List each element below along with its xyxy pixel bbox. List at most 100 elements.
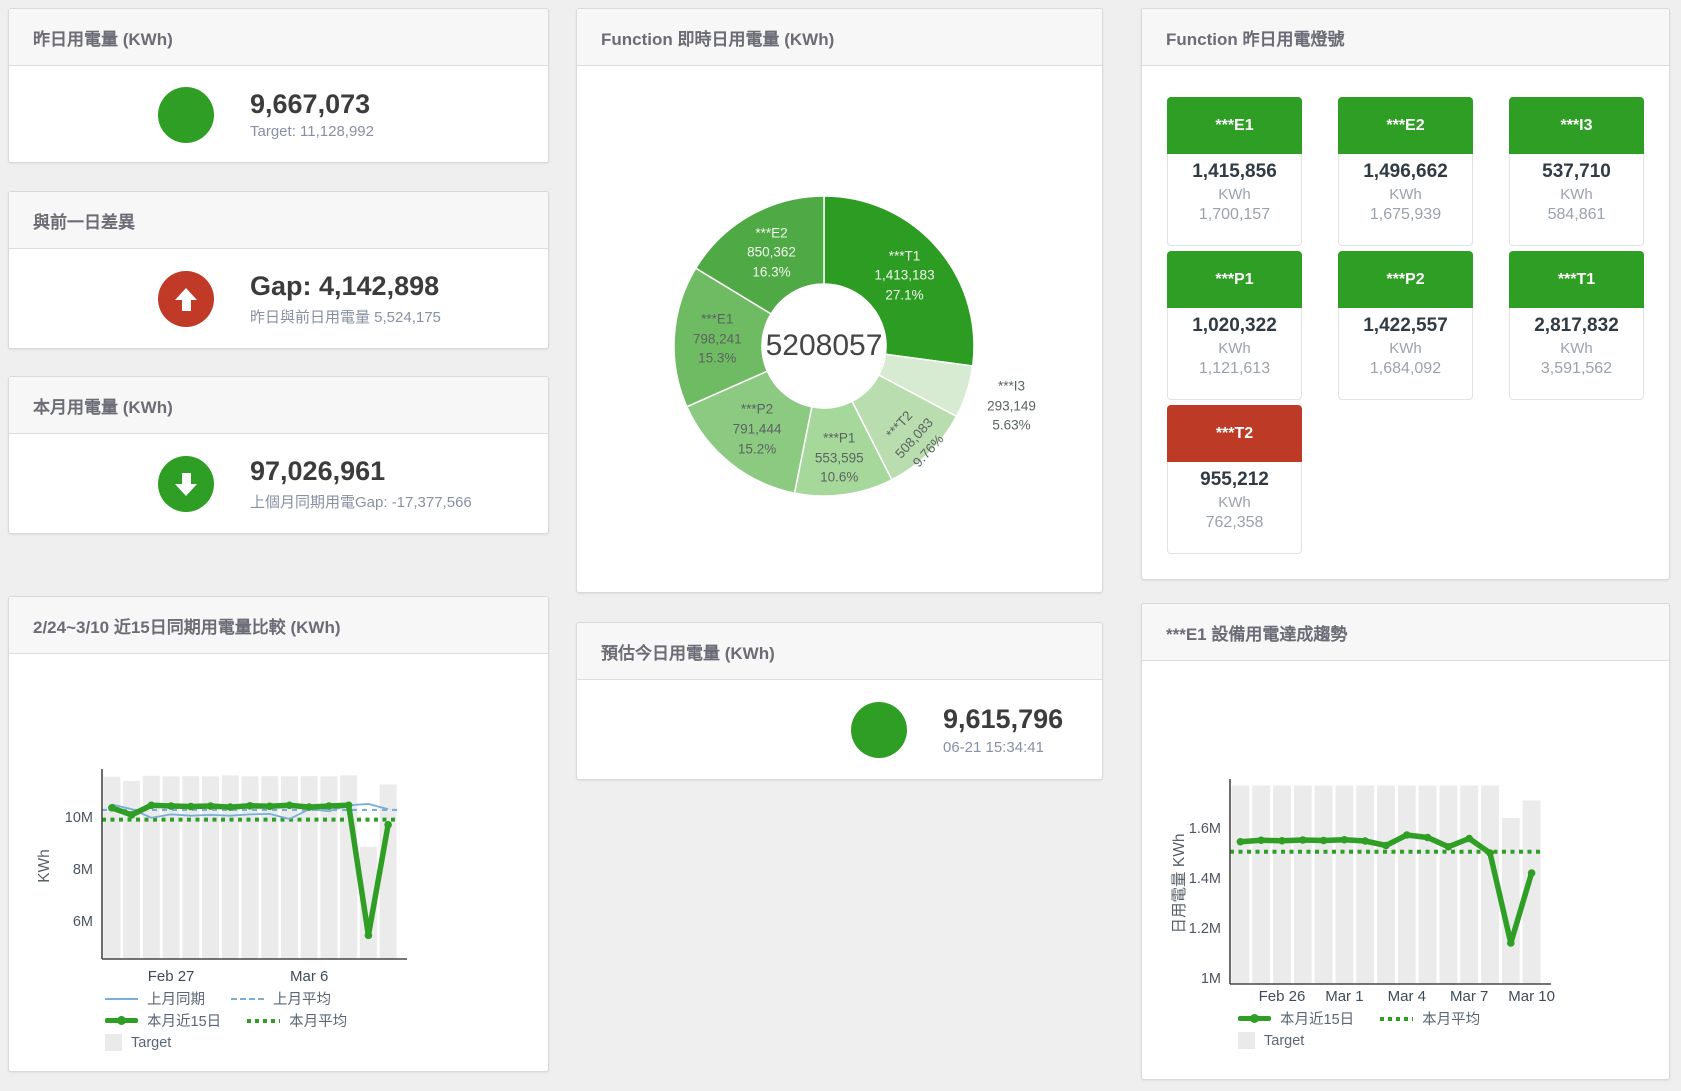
target-bar: [1398, 786, 1416, 985]
panel-title-lights[interactable]: Function 昨日用電燈號: [1142, 9, 1669, 66]
legend-item[interactable]: 上月同期: [105, 988, 205, 1009]
tile-value: 1,422,557: [1339, 315, 1472, 337]
light-tile-p2: ***P2 1,422,557KWh1,684,092: [1338, 251, 1473, 393]
target-bar: [103, 777, 120, 959]
series-point: [246, 802, 254, 810]
e1-trend-chart: 1M1.2M1.4M1.6MFeb 26Mar 1Mar 4Mar 7Mar 1…: [1142, 661, 1669, 1006]
legend-thick-icon: [105, 1016, 138, 1025]
donut-slice-label: ***P1553,59510.6%: [774, 429, 904, 488]
tile-unit: KWh: [1510, 186, 1643, 203]
panel-title-estimate[interactable]: 預估今日用電量 (KWh): [577, 623, 1102, 680]
series-point: [187, 803, 195, 811]
panel-estimate-today: 預估今日用電量 (KWh) 9,615,796 06-21 15:34:41: [576, 622, 1103, 780]
series-point: [1361, 837, 1369, 845]
tile-label: ***I3: [1509, 97, 1644, 154]
panel-yesterday-lights: Function 昨日用電燈號 ***E1 1,415,856KWh1,700,…: [1141, 8, 1670, 580]
y-axis-label: 日用電量 KWh: [1171, 834, 1188, 934]
panel-title-e1-trend[interactable]: ***E1 設備用電達成趨勢: [1142, 604, 1669, 661]
tile-value: 537,710: [1510, 161, 1643, 183]
tile-value: 2,817,832: [1510, 315, 1643, 337]
legend-label: 本月近15日: [1280, 1008, 1354, 1029]
legend-bars-icon: [105, 1034, 122, 1051]
series-point: [305, 803, 313, 811]
target-bar: [1502, 818, 1520, 984]
legend-thick-dot: [117, 1016, 126, 1025]
legend-label: 本月近15日: [147, 1010, 221, 1031]
series-point: [345, 801, 353, 809]
target-bar: [1439, 786, 1457, 985]
target-bar: [1377, 786, 1395, 985]
series-point: [365, 932, 373, 940]
series-point: [1320, 837, 1328, 845]
legend-dotted-icon: [1380, 1017, 1413, 1021]
tile-label: ***E2: [1338, 97, 1473, 154]
series-point: [266, 802, 274, 810]
tile-secondary: 1,684,092: [1339, 360, 1472, 378]
tile-label: ***E1: [1167, 97, 1302, 154]
series-point: [325, 802, 333, 810]
legend-label: 上月同期: [147, 988, 205, 1009]
legend-row: 本月近15日 本月平均: [1238, 1009, 1669, 1028]
stat-value: 9,615,796: [943, 704, 1063, 735]
target-bar: [1419, 786, 1437, 985]
stat-value: 97,026,961: [250, 456, 472, 487]
donut-slice-label: ***T11,413,18327.1%: [840, 246, 970, 305]
stat-subtitle: 上個月同期用電Gap: -17,377,566: [250, 491, 472, 512]
target-bar: [1294, 786, 1312, 985]
legend-label: 本月平均: [1422, 1008, 1480, 1029]
tile-value: 1,415,856: [1168, 161, 1301, 183]
legend-row: 上月同期 上月平均: [105, 989, 548, 1008]
legend-item[interactable]: 本月近15日: [1238, 1008, 1354, 1029]
tile-label: ***T2: [1167, 405, 1302, 462]
legend-item[interactable]: 本月平均: [1380, 1008, 1480, 1029]
target-bar: [1335, 786, 1353, 985]
stat-value: Gap: 4,142,898: [250, 271, 441, 302]
legend-dashed-icon: [231, 998, 264, 1000]
tile-unit: KWh: [1168, 186, 1301, 203]
y-axis-label: KWh: [36, 849, 53, 883]
y-tick-label: 1.6M: [1189, 821, 1221, 837]
target-bar: [1460, 786, 1478, 985]
series-point: [1257, 836, 1265, 844]
series-point: [384, 821, 392, 829]
series-point: [1278, 837, 1286, 845]
series-point: [1299, 836, 1307, 844]
tile-label: ***T1: [1509, 251, 1644, 308]
series-point: [1445, 843, 1453, 851]
panel-title-donut[interactable]: Function 即時日用電量 (KWh): [577, 9, 1102, 66]
legend-item[interactable]: Target: [1238, 1032, 1304, 1049]
x-tick-label: Mar 4: [1388, 988, 1426, 1005]
series-point: [207, 802, 215, 810]
donut-center-total: 5208057: [766, 329, 883, 363]
panel-day-gap: 與前一日差異 Gap: 4,142,898 昨日與前日用電量 5,524,175: [8, 191, 549, 349]
tile-secondary: 3,591,562: [1510, 360, 1643, 378]
arrow-head: [175, 288, 197, 300]
y-tick-label: 6M: [73, 914, 93, 930]
series-point: [1424, 834, 1432, 842]
arrow-head: [175, 484, 197, 496]
legend-row: Target: [1238, 1031, 1669, 1050]
panel-title-compare[interactable]: 2/24~3/10 近15日同期用電量比較 (KWh): [9, 597, 548, 654]
legend-label: Target: [131, 1035, 171, 1051]
light-tile-p1: ***P1 1,020,322KWh1,121,613: [1167, 251, 1302, 393]
series-point: [1528, 869, 1536, 877]
panel-title-month[interactable]: 本月用電量 (KWh): [9, 377, 548, 434]
x-tick-label: Feb 27: [148, 968, 195, 985]
panel-title-gap[interactable]: 與前一日差異: [9, 192, 548, 249]
legend-dotted-icon: [247, 1019, 280, 1023]
legend-label: 上月平均: [273, 988, 331, 1009]
series-point: [128, 811, 136, 819]
tile-label: ***P2: [1338, 251, 1473, 308]
lights-tile-grid: ***E1 1,415,856KWh1,700,157 ***E2 1,496,…: [1142, 66, 1652, 547]
legend-item[interactable]: 上月平均: [231, 988, 331, 1009]
stat-subtitle: 06-21 15:34:41: [943, 739, 1063, 756]
tile-secondary: 1,675,939: [1339, 206, 1472, 224]
light-tile-t2: ***T2 955,212KWh762,358: [1167, 405, 1302, 547]
legend-item[interactable]: Target: [105, 1034, 171, 1051]
series-point: [1403, 831, 1411, 839]
panel-title-yesterday[interactable]: 昨日用電量 (KWh): [9, 9, 548, 66]
legend-item[interactable]: 本月平均: [247, 1010, 347, 1031]
series-point: [1237, 838, 1245, 846]
legend-item[interactable]: 本月近15日: [105, 1010, 221, 1031]
legend-label: 本月平均: [289, 1010, 347, 1031]
